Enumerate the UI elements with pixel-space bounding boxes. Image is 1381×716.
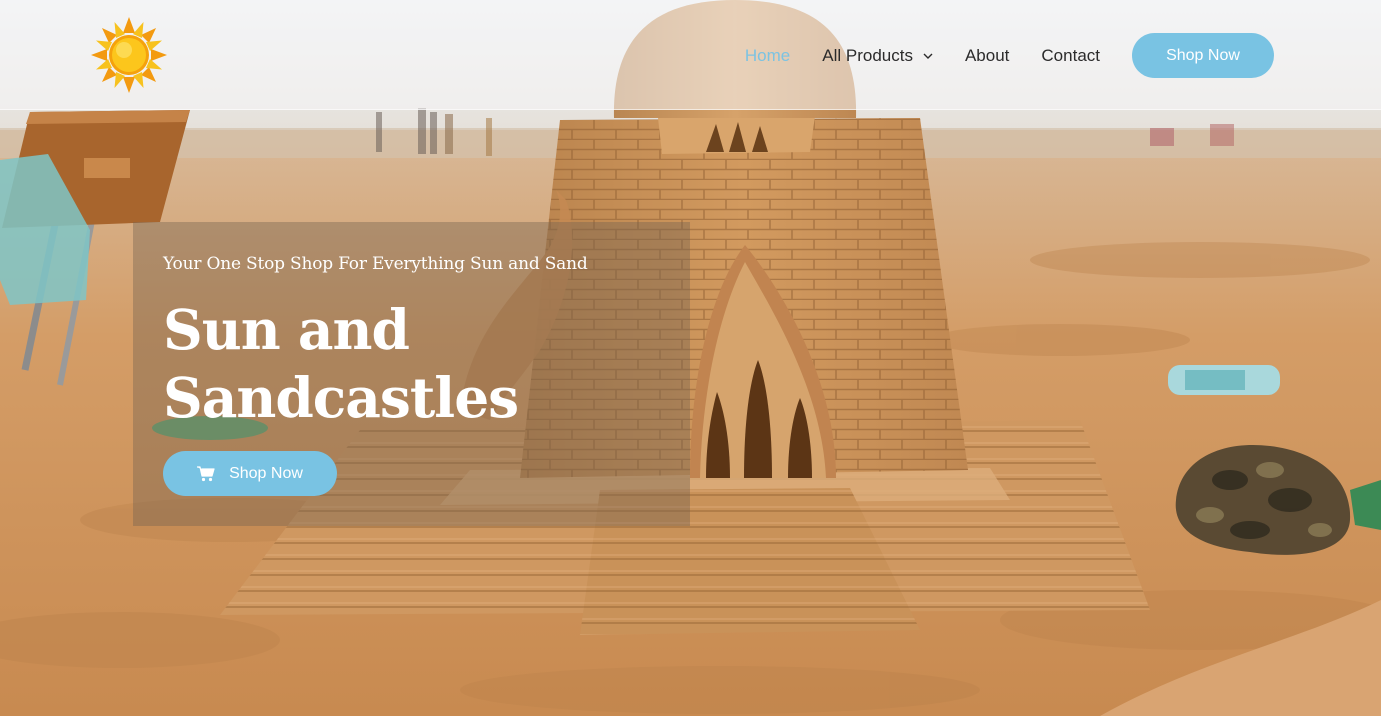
nav-item-label: Contact [1041, 45, 1100, 65]
nav-item-about[interactable]: About [965, 46, 1009, 66]
hero-shop-now-button[interactable]: Shop Now [163, 451, 337, 496]
nav-item-label: Home [744, 45, 791, 65]
main-navigation: Home All Products About Contact Shop Now [713, 33, 1274, 78]
hero-button-label: Shop Now [229, 464, 303, 482]
nav-item-all-products[interactable]: All Products [822, 46, 933, 66]
hero-title-line-1: Sun and [163, 297, 410, 362]
hero-title: Sun and Sandcastles [163, 296, 663, 432]
shopping-cart-icon [197, 465, 215, 481]
site-header: Home All Products About Contact Shop Now [0, 0, 1381, 110]
chevron-down-icon [923, 53, 933, 59]
header-shop-now-button[interactable]: Shop Now [1132, 33, 1274, 78]
nav-item-contact[interactable]: Contact [1041, 46, 1100, 66]
hero-title-line-2: Sandcastles [163, 365, 519, 430]
sun-logo-icon[interactable] [90, 16, 168, 94]
nav-item-label: All Products [822, 45, 913, 65]
nav-item-label: About [964, 45, 1010, 65]
hero-tagline: Your One Stop Shop For Everything Sun an… [163, 254, 588, 274]
nav-item-home[interactable]: Home [745, 46, 790, 66]
hero-panel: Your One Stop Shop For Everything Sun an… [133, 222, 690, 526]
